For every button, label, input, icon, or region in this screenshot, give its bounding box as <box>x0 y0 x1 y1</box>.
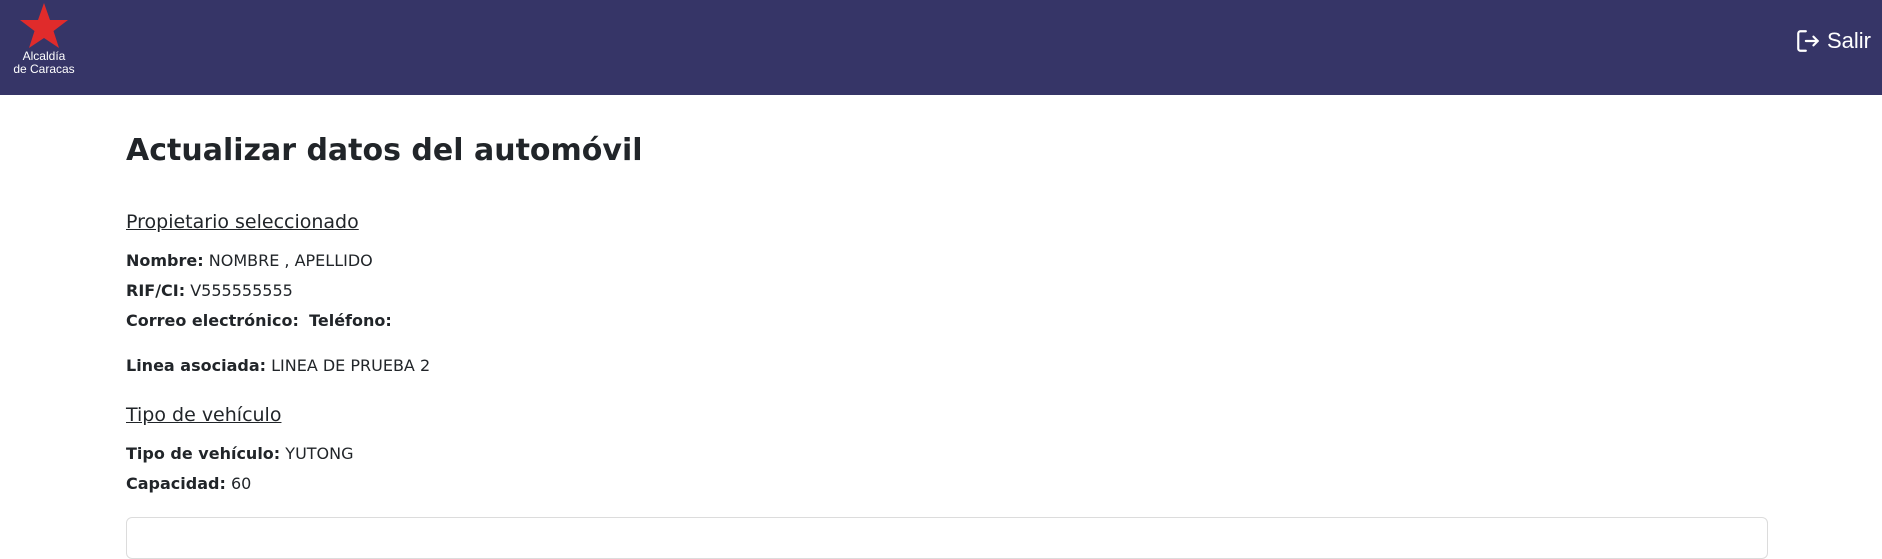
owner-name-label: Nombre: <box>126 251 204 270</box>
owner-name-row: Nombre: NOMBRE , APELLIDO <box>126 251 373 270</box>
logo-text-line1: Alcaldía <box>22 49 66 63</box>
alcaldia-logo[interactable]: Alcaldía de Caracas <box>8 0 80 95</box>
owner-phone-label: Teléfono: <box>309 311 392 330</box>
associated-line-value: LINEA DE PRUEBA 2 <box>271 356 431 375</box>
red-star-icon <box>20 3 68 48</box>
logout-icon <box>1797 30 1819 52</box>
owner-contact-row: Correo electrónico: Teléfono: <box>126 311 392 330</box>
logo-text-line2: de Caracas <box>13 62 75 76</box>
top-navbar: Alcaldía de Caracas Salir <box>0 0 1882 95</box>
logout-button[interactable]: Salir <box>1795 26 1871 56</box>
vehicle-type-row: Tipo de vehículo: YUTONG <box>126 444 354 463</box>
form-card <box>126 517 1768 559</box>
owner-rif-label: RIF/CI: <box>126 281 186 300</box>
owner-rif-value: V555555555 <box>190 281 293 300</box>
vehicle-type-value: YUTONG <box>285 444 354 463</box>
logout-label: Salir <box>1826 28 1871 53</box>
vehicle-capacity-row: Capacidad: 60 <box>126 474 251 493</box>
owner-rif-row: RIF/CI: V555555555 <box>126 281 293 300</box>
vehicle-section-title: Tipo de vehículo <box>126 404 282 426</box>
owner-section-title: Propietario seleccionado <box>126 211 359 233</box>
vehicle-capacity-label: Capacidad: <box>126 474 226 493</box>
vehicle-capacity-value: 60 <box>230 474 252 493</box>
associated-line-label: Linea asociada: <box>126 356 267 375</box>
owner-email-label: Correo electrónico: <box>126 311 299 330</box>
associated-line-row: Linea asociada: LINEA DE PRUEBA 2 <box>126 356 430 375</box>
vehicle-type-label: Tipo de vehículo: <box>126 444 281 463</box>
owner-name-value: NOMBRE , APELLIDO <box>208 251 373 270</box>
page-title: Actualizar datos del automóvil <box>126 133 643 168</box>
